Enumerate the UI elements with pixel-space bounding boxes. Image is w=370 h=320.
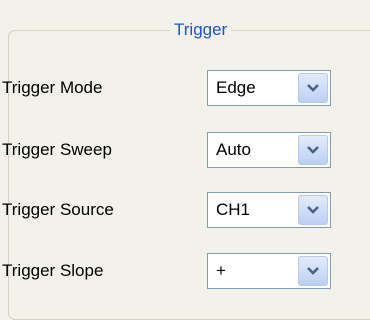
trigger-source-dropdown-button[interactable] bbox=[298, 195, 328, 225]
trigger-sweep-select[interactable]: Auto bbox=[207, 132, 331, 168]
chevron-down-icon bbox=[307, 206, 319, 214]
trigger-mode-value: Edge bbox=[216, 78, 256, 97]
trigger-source-label: Trigger Source bbox=[2, 200, 114, 219]
trigger-slope-select[interactable]: + bbox=[207, 253, 331, 289]
chevron-down-icon bbox=[307, 146, 319, 154]
trigger-sweep-dropdown-button[interactable] bbox=[298, 135, 328, 165]
trigger-source-select[interactable]: CH1 bbox=[207, 192, 331, 228]
trigger-slope-dropdown-button[interactable] bbox=[298, 256, 328, 286]
trigger-mode-select[interactable]: Edge bbox=[207, 70, 331, 106]
chevron-down-icon bbox=[307, 267, 319, 275]
trigger-slope-label: Trigger Slope bbox=[2, 261, 104, 280]
trigger-mode-label: Trigger Mode bbox=[2, 78, 103, 97]
chevron-down-icon bbox=[307, 84, 319, 92]
trigger-source-value: CH1 bbox=[216, 200, 251, 219]
groupbox-title: Trigger bbox=[170, 18, 232, 42]
trigger-slope-value: + bbox=[216, 261, 226, 280]
trigger-mode-dropdown-button[interactable] bbox=[298, 73, 328, 103]
trigger-sweep-value: Auto bbox=[216, 140, 251, 159]
trigger-sweep-label: Trigger Sweep bbox=[2, 140, 112, 159]
